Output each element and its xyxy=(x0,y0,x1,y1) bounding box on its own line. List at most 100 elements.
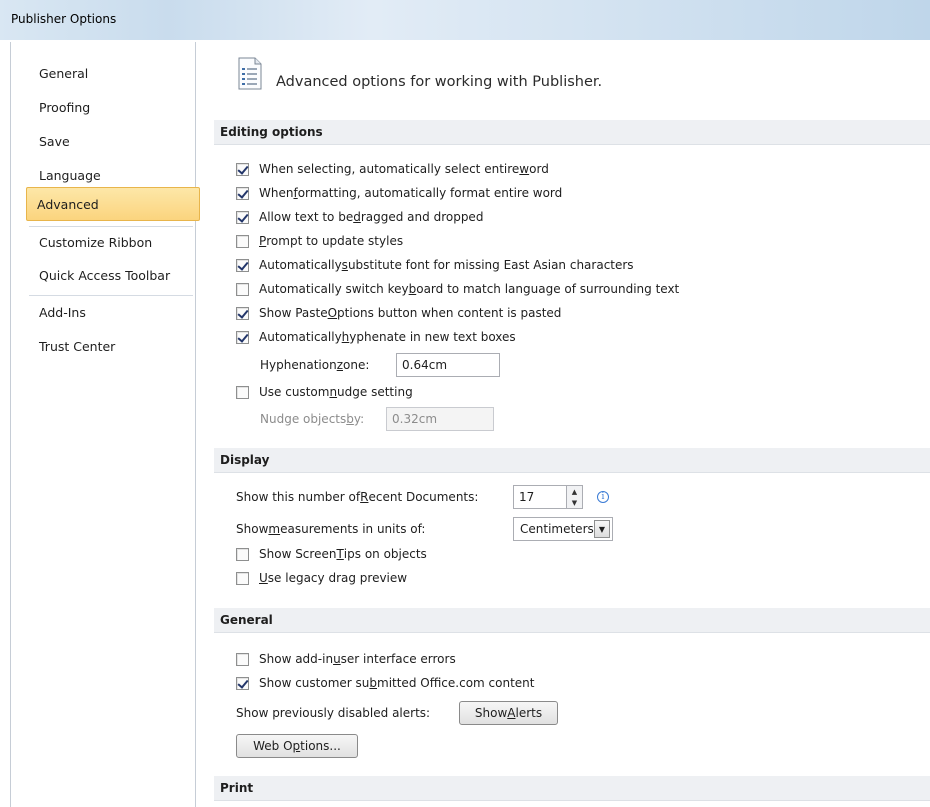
option-auto-hyphenate[interactable]: Automatically h yphenate in new text boxe… xyxy=(236,328,516,346)
show-alerts-button[interactable]: Show Alerts xyxy=(459,701,558,725)
field-label-accel: b xyxy=(346,412,354,426)
option-label: ser interface errors xyxy=(340,652,456,666)
option-label-accel: b xyxy=(369,676,377,690)
option-prompt-update-styles[interactable]: Prompt to update styles xyxy=(236,232,403,250)
option-label: ragged and dropped xyxy=(360,210,484,224)
checkbox[interactable] xyxy=(236,652,249,666)
page-header: Advanced options for working with Publis… xyxy=(276,74,603,90)
option-substitute-east-asian-font[interactable]: Automatically s ubstitute font for missin… xyxy=(236,256,634,274)
button-label: lerts xyxy=(515,706,543,720)
recent-documents-label: Show this number of Recent Documents: xyxy=(236,488,478,506)
spin-down-icon[interactable]: ▼ xyxy=(567,497,582,508)
checkbox[interactable] xyxy=(236,676,249,690)
disabled-alerts-label: Show previously disabled alerts: xyxy=(236,706,431,720)
checkbox[interactable] xyxy=(236,282,249,296)
option-label: ptions button when content is pasted xyxy=(337,306,562,320)
recent-documents-spinner[interactable]: ▲ ▼ xyxy=(566,485,583,509)
recent-documents-input[interactable]: 17 xyxy=(513,485,567,509)
field-label: y: xyxy=(353,412,365,426)
nudge-objects-input: 0.32cm xyxy=(386,407,494,431)
option-label: mitted Office.com content xyxy=(377,676,535,690)
nav-item-trust-center[interactable]: Trust Center xyxy=(29,330,189,364)
option-label: When xyxy=(259,186,294,200)
options-content: Advanced options for working with Publis… xyxy=(200,42,930,807)
checkbox[interactable] xyxy=(236,186,249,200)
option-label-accel: T xyxy=(336,547,344,561)
settings-page-icon xyxy=(238,57,262,90)
option-label-accel: U xyxy=(259,571,268,585)
section-display: Display xyxy=(214,448,930,473)
checkbox[interactable] xyxy=(236,571,249,585)
option-label: yphenate in new text boxes xyxy=(349,330,516,344)
checkbox[interactable] xyxy=(236,162,249,176)
select-value: Centimeters xyxy=(520,522,594,536)
option-label: ord xyxy=(529,162,549,176)
web-options-button[interactable]: Web Op tions... xyxy=(236,734,358,758)
option-label: Show add-in xyxy=(259,652,334,666)
field-label-accel: m xyxy=(268,522,281,536)
field-label: Nudge objects xyxy=(260,412,347,426)
checkbox[interactable] xyxy=(236,547,249,561)
hyphenation-zone-input[interactable]: 0.64cm xyxy=(396,353,500,377)
option-show-paste-options[interactable]: Show Paste Options button when content i… xyxy=(236,304,561,322)
field-label: Show this number of xyxy=(236,490,361,504)
button-label-accel: p xyxy=(292,739,301,753)
option-label: Automatically xyxy=(259,330,342,344)
spin-up-icon[interactable]: ▲ xyxy=(567,486,582,497)
option-label-accel: d xyxy=(353,210,361,224)
checkbox[interactable] xyxy=(236,210,249,224)
hyphenation-zone-label: Hyphenation z one: xyxy=(260,356,369,374)
option-label: se legacy drag preview xyxy=(267,571,408,585)
nav-item-proofing[interactable]: Proofing xyxy=(29,91,189,125)
option-label: Automatically switch key xyxy=(259,282,409,296)
options-nav: General Proofing Save Language Advanced … xyxy=(10,42,200,807)
option-custom-nudge[interactable]: Use custom n udge setting xyxy=(236,383,413,401)
field-label: easurements in units of: xyxy=(280,522,426,536)
measurement-units-label: Show m easurements in units of: xyxy=(236,520,425,538)
option-label: rompt to update styles xyxy=(266,234,404,248)
option-format-entire-word[interactable]: When f ormatting, automatically format en… xyxy=(236,184,562,202)
option-label-accel: h xyxy=(341,330,350,344)
option-label: ubstitute font for missing East Asian ch… xyxy=(347,258,634,272)
field-label: Hyphenation xyxy=(260,358,337,372)
field-label-accel: R xyxy=(360,490,369,504)
button-label: Show xyxy=(474,706,508,720)
info-icon[interactable]: i xyxy=(597,491,609,503)
section-editing-options: Editing options xyxy=(214,120,930,145)
nav-item-advanced[interactable]: Advanced xyxy=(26,187,200,221)
option-label-accel: P xyxy=(259,234,267,248)
button-label: tions... xyxy=(300,739,341,753)
checkbox[interactable] xyxy=(236,385,249,399)
nudge-objects-label: Nudge objects b y: xyxy=(260,410,364,428)
option-drag-and-drop[interactable]: Allow text to be d ragged and dropped xyxy=(236,208,483,226)
field-label: ecent Documents: xyxy=(368,490,479,504)
nav-item-customize-ribbon[interactable]: Customize Ribbon xyxy=(29,226,189,260)
measurement-units-select[interactable]: Centimeters ▼ xyxy=(513,517,613,541)
chevron-down-icon[interactable]: ▼ xyxy=(594,520,610,538)
checkbox[interactable] xyxy=(236,306,249,320)
option-addin-errors[interactable]: Show add-in u ser interface errors xyxy=(236,650,456,668)
option-label-accel: w xyxy=(519,162,530,176)
option-legacy-drag-preview[interactable]: Use legacy drag preview xyxy=(236,569,407,587)
nav-item-general[interactable]: General xyxy=(29,57,189,91)
button-label: Web O xyxy=(253,739,293,753)
option-label-accel: u xyxy=(333,652,341,666)
nav-item-quick-access-toolbar[interactable]: Quick Access Toolbar xyxy=(29,259,189,293)
option-switch-keyboard[interactable]: Automatically switch key b oard to match l… xyxy=(236,280,679,298)
option-label: ips on objects xyxy=(343,547,427,561)
nav-item-save[interactable]: Save xyxy=(29,125,189,159)
option-customer-content[interactable]: Show customer su b mitted Office.com conte… xyxy=(236,674,534,692)
field-label: Show xyxy=(236,522,269,536)
checkbox[interactable] xyxy=(236,234,249,248)
section-general: General xyxy=(214,608,930,633)
section-print: Print xyxy=(214,776,930,801)
option-label: udge setting xyxy=(337,385,413,399)
option-label: Allow text to be xyxy=(259,210,354,224)
nav-item-add-ins[interactable]: Add-Ins xyxy=(29,296,189,330)
option-label: Use custom xyxy=(259,385,330,399)
option-select-entire-word[interactable]: When selecting, automatically select ent… xyxy=(236,160,549,178)
checkbox[interactable] xyxy=(236,258,249,272)
field-label: one: xyxy=(343,358,370,372)
option-show-screentips[interactable]: Show Screen Tips on objects xyxy=(236,545,427,563)
checkbox[interactable] xyxy=(236,330,249,344)
